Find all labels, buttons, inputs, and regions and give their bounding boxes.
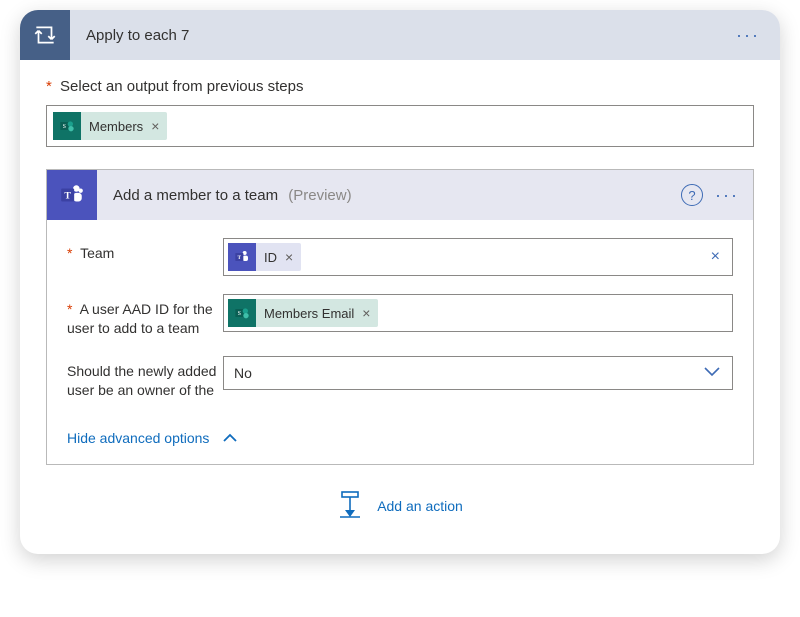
chevron-down-icon[interactable] <box>698 365 726 381</box>
action-params: * Team T <box>47 220 753 424</box>
required-star: * <box>67 245 72 261</box>
add-action-row[interactable]: Add an action <box>46 465 754 530</box>
help-icon[interactable]: ? <box>681 184 703 206</box>
required-star: * <box>46 78 52 95</box>
param-label-team: * Team <box>67 238 223 263</box>
param-row-user: * A user AAD ID for the user to add to a… <box>67 294 733 338</box>
token-label: ID <box>264 250 277 265</box>
teams-icon: T <box>228 243 256 271</box>
apply-to-each-icon <box>32 22 58 48</box>
id-token[interactable]: T ID × <box>228 243 301 271</box>
token-remove-icon[interactable]: × <box>151 118 159 134</box>
members-token[interactable]: S Members × <box>53 112 167 140</box>
user-field[interactable]: S Members Email × <box>223 294 733 332</box>
loop-body: * Select an output from previous steps S… <box>20 60 780 554</box>
apply-to-each-card: Apply to each 7 ··· * Select an output f… <box>20 10 780 554</box>
add-action-icon <box>337 491 363 522</box>
action-title-wrap: Add a member to a team (Preview) <box>113 187 352 204</box>
advanced-toggle-label: Hide advanced options <box>67 430 209 446</box>
output-label-row: * Select an output from previous steps <box>46 78 754 95</box>
team-field[interactable]: T ID × × <box>223 238 733 276</box>
hide-advanced-toggle[interactable]: Hide advanced options <box>47 424 257 464</box>
owner-field[interactable]: No <box>223 356 733 390</box>
owner-value: No <box>226 365 698 381</box>
members-email-token[interactable]: S Members Email × <box>228 299 378 327</box>
loop-icon <box>20 10 70 60</box>
team-label-text: Team <box>80 245 114 261</box>
required-star: * <box>67 301 72 317</box>
action-header[interactable]: T Add a member to a team (Preview) ? ··· <box>47 170 753 220</box>
action-menu-icon[interactable]: ··· <box>715 185 739 206</box>
loop-menu-icon[interactable]: ··· <box>736 25 760 46</box>
chevron-up-icon <box>223 433 237 443</box>
add-action-label[interactable]: Add an action <box>377 498 463 514</box>
loop-header[interactable]: Apply to each 7 ··· <box>20 10 780 60</box>
param-row-owner: Should the newly added user be an owner … <box>67 356 733 400</box>
param-label-owner: Should the newly added user be an owner … <box>67 356 223 400</box>
svg-text:T: T <box>238 255 242 261</box>
action-preview-label: (Preview) <box>288 187 351 204</box>
teams-icon: T <box>47 170 97 220</box>
output-input[interactable]: S Members × <box>46 105 754 147</box>
token-remove-icon[interactable]: × <box>285 249 293 265</box>
svg-text:S: S <box>238 311 241 317</box>
add-member-action: T Add a member to a team (Preview) ? ···… <box>46 169 754 465</box>
param-row-team: * Team T <box>67 238 733 276</box>
clear-icon[interactable]: × <box>705 248 726 266</box>
token-label: Members <box>89 119 143 134</box>
action-title: Add a member to a team <box>113 187 278 204</box>
user-label-text: A user AAD ID for the user to add to a t… <box>67 301 213 336</box>
svg-text:S: S <box>63 124 66 130</box>
token-label: Members Email <box>264 306 354 321</box>
svg-text:T: T <box>64 190 71 201</box>
sharepoint-icon: S <box>228 299 256 327</box>
param-label-user: * A user AAD ID for the user to add to a… <box>67 294 223 338</box>
output-label: Select an output from previous steps <box>60 78 303 95</box>
loop-title: Apply to each 7 <box>86 27 736 44</box>
token-remove-icon[interactable]: × <box>362 305 370 321</box>
sharepoint-icon: S <box>53 112 81 140</box>
